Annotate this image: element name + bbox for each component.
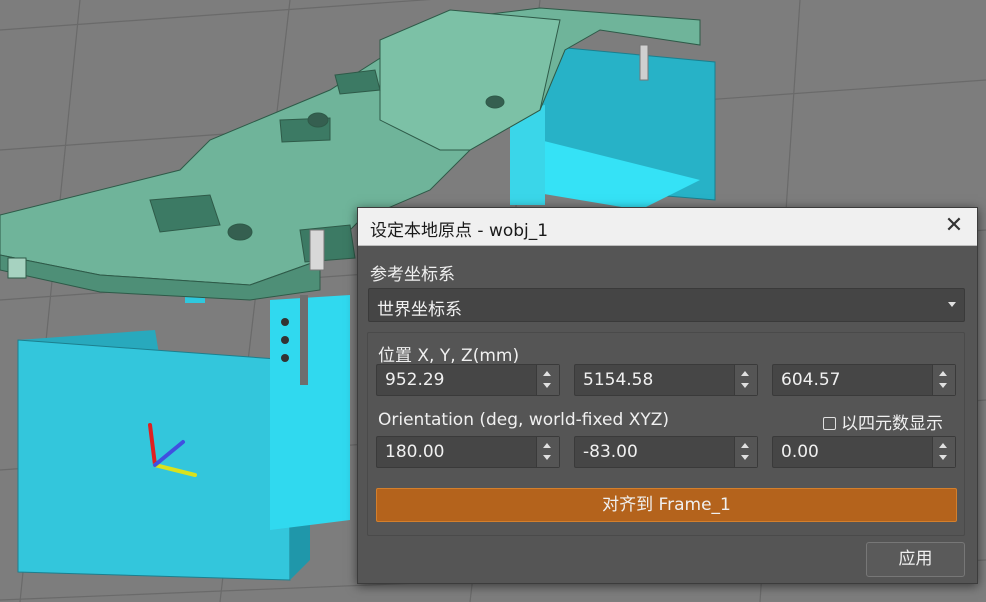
checkbox-box-icon[interactable] xyxy=(823,417,836,430)
reference-frame-label: 参考坐标系 xyxy=(370,265,455,285)
spin-down-icon[interactable] xyxy=(939,383,947,388)
reference-frame-dropdown[interactable]: 世界坐标系 xyxy=(368,288,965,322)
position-label: 位置 X, Y, Z(mm) xyxy=(378,346,520,366)
spin-up-icon[interactable] xyxy=(741,443,749,448)
dialog-title: 设定本地原点 - wobj_1 xyxy=(370,221,549,241)
position-y-value: 5154.58 xyxy=(583,370,654,390)
position-z-spin-buttons[interactable] xyxy=(932,365,955,395)
orientation-y-input[interactable]: -83.00 xyxy=(574,436,758,468)
orientation-x-value: 180.00 xyxy=(385,442,445,462)
spin-down-icon[interactable] xyxy=(939,455,947,460)
position-z-value: 604.57 xyxy=(781,370,841,390)
spin-up-icon[interactable] xyxy=(939,371,947,376)
orientation-x-spin-buttons[interactable] xyxy=(536,437,559,467)
spin-down-icon[interactable] xyxy=(741,455,749,460)
spin-up-icon[interactable] xyxy=(543,443,551,448)
orientation-z-input[interactable]: 0.00 xyxy=(772,436,956,468)
apply-button[interactable]: 应用 xyxy=(866,542,965,577)
spin-up-icon[interactable] xyxy=(543,371,551,376)
orientation-z-value: 0.00 xyxy=(781,442,819,462)
align-to-frame-button[interactable]: 对齐到 Frame_1 xyxy=(376,488,957,522)
orientation-label: Orientation (deg, world-fixed XYZ) xyxy=(378,410,670,430)
orientation-y-value: -83.00 xyxy=(583,442,638,462)
spin-down-icon[interactable] xyxy=(543,455,551,460)
position-orientation-group: 位置 X, Y, Z(mm) 952.29 5154.58 604.57 Ori… xyxy=(367,332,965,536)
orientation-z-spin-buttons[interactable] xyxy=(932,437,955,467)
spin-up-icon[interactable] xyxy=(939,443,947,448)
quaternion-checkbox[interactable]: 以四元数显示 xyxy=(823,409,943,434)
spin-up-icon[interactable] xyxy=(741,371,749,376)
position-x-value: 952.29 xyxy=(385,370,445,390)
orientation-x-input[interactable]: 180.00 xyxy=(376,436,560,468)
reference-frame-value: 世界坐标系 xyxy=(377,300,462,320)
orientation-y-spin-buttons[interactable] xyxy=(734,437,757,467)
quaternion-label: 以四元数显示 xyxy=(841,414,943,434)
spin-down-icon[interactable] xyxy=(741,383,749,388)
position-x-spin-buttons[interactable] xyxy=(536,365,559,395)
chevron-down-icon xyxy=(948,302,956,307)
position-z-input[interactable]: 604.57 xyxy=(772,364,956,396)
close-icon[interactable]: ✕ xyxy=(941,213,967,239)
set-local-origin-dialog: 设定本地原点 - wobj_1 ✕ 参考坐标系 世界坐标系 位置 X, Y, Z… xyxy=(357,207,978,584)
position-y-spin-buttons[interactable] xyxy=(734,365,757,395)
position-y-input[interactable]: 5154.58 xyxy=(574,364,758,396)
position-x-input[interactable]: 952.29 xyxy=(376,364,560,396)
dialog-titlebar: 设定本地原点 - wobj_1 ✕ xyxy=(358,208,977,246)
spin-down-icon[interactable] xyxy=(543,383,551,388)
